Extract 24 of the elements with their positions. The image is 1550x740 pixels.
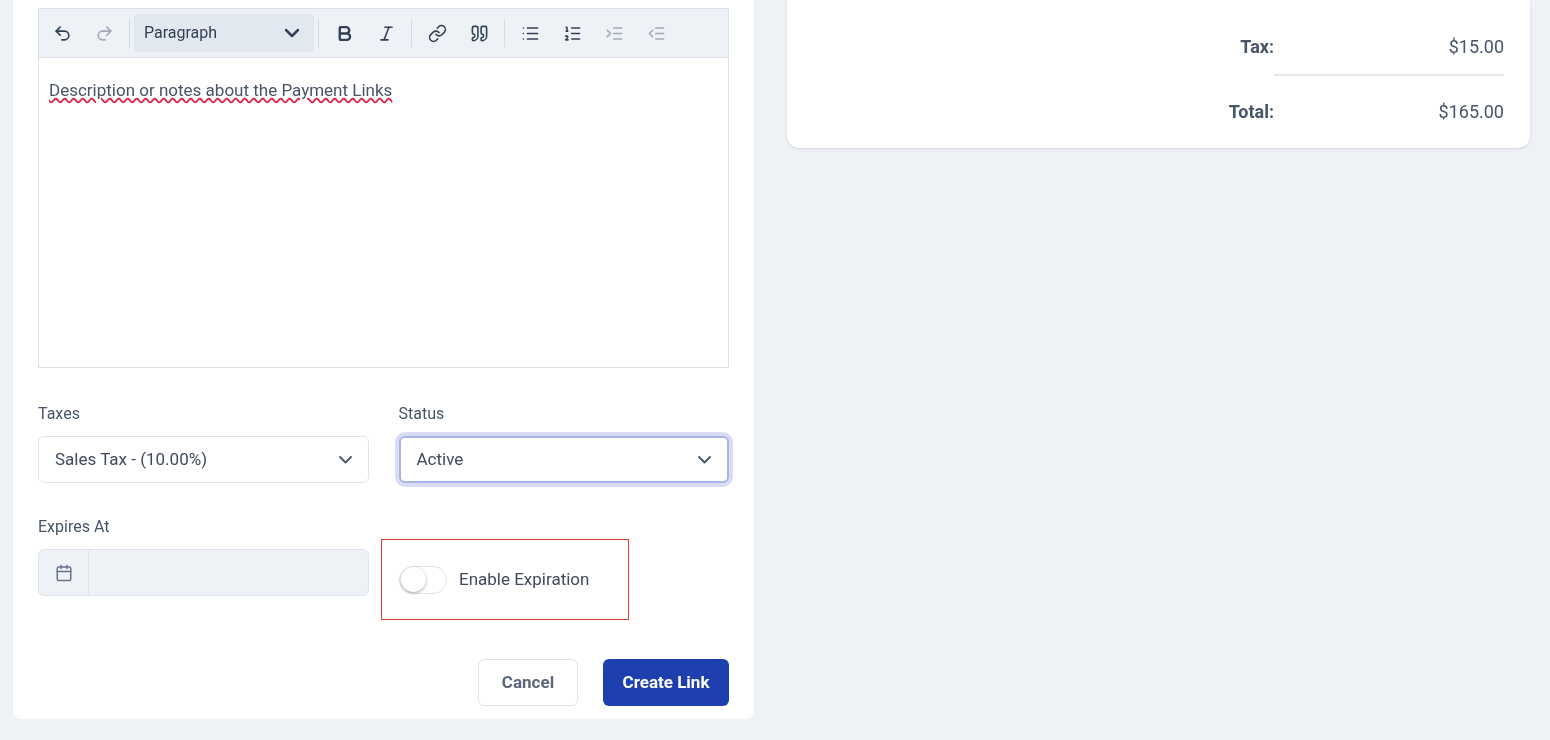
cancel-button[interactable]: Cancel	[478, 659, 578, 706]
select-field[interactable]: Sales Tax - (10.00%)	[38, 436, 369, 483]
summary-value: $165.00	[1437, 100, 1504, 124]
field-label: Expires At	[38, 516, 111, 538]
calendar-icon	[54, 563, 73, 582]
summary-value: $15.00	[1447, 35, 1504, 59]
chevron-down-icon	[698, 455, 711, 464]
create-link-button[interactable]: Create Link	[603, 659, 729, 706]
undo-icon	[52, 23, 72, 43]
numbered-list-icon	[562, 23, 582, 43]
quote-icon	[469, 23, 489, 43]
chevron-down-icon	[338, 455, 352, 464]
editor-content[interactable]: Description or notes about the Payment Links	[39, 58, 728, 367]
summary-label: Total:	[1227, 100, 1274, 124]
toggle-label: Enable Expiration	[459, 567, 590, 591]
field-label: Status	[398, 403, 446, 425]
link-icon	[427, 23, 447, 43]
redo-icon	[94, 23, 114, 43]
block-format-dropdown[interactable]: Paragraph	[134, 14, 314, 52]
field-label: Taxes	[38, 403, 81, 425]
summary-label: Tax:	[1239, 35, 1274, 59]
toggle-switch[interactable]	[399, 565, 447, 594]
editor-text: Description or notes about the Payment Links	[49, 80, 393, 100]
date-field[interactable]	[38, 549, 369, 596]
